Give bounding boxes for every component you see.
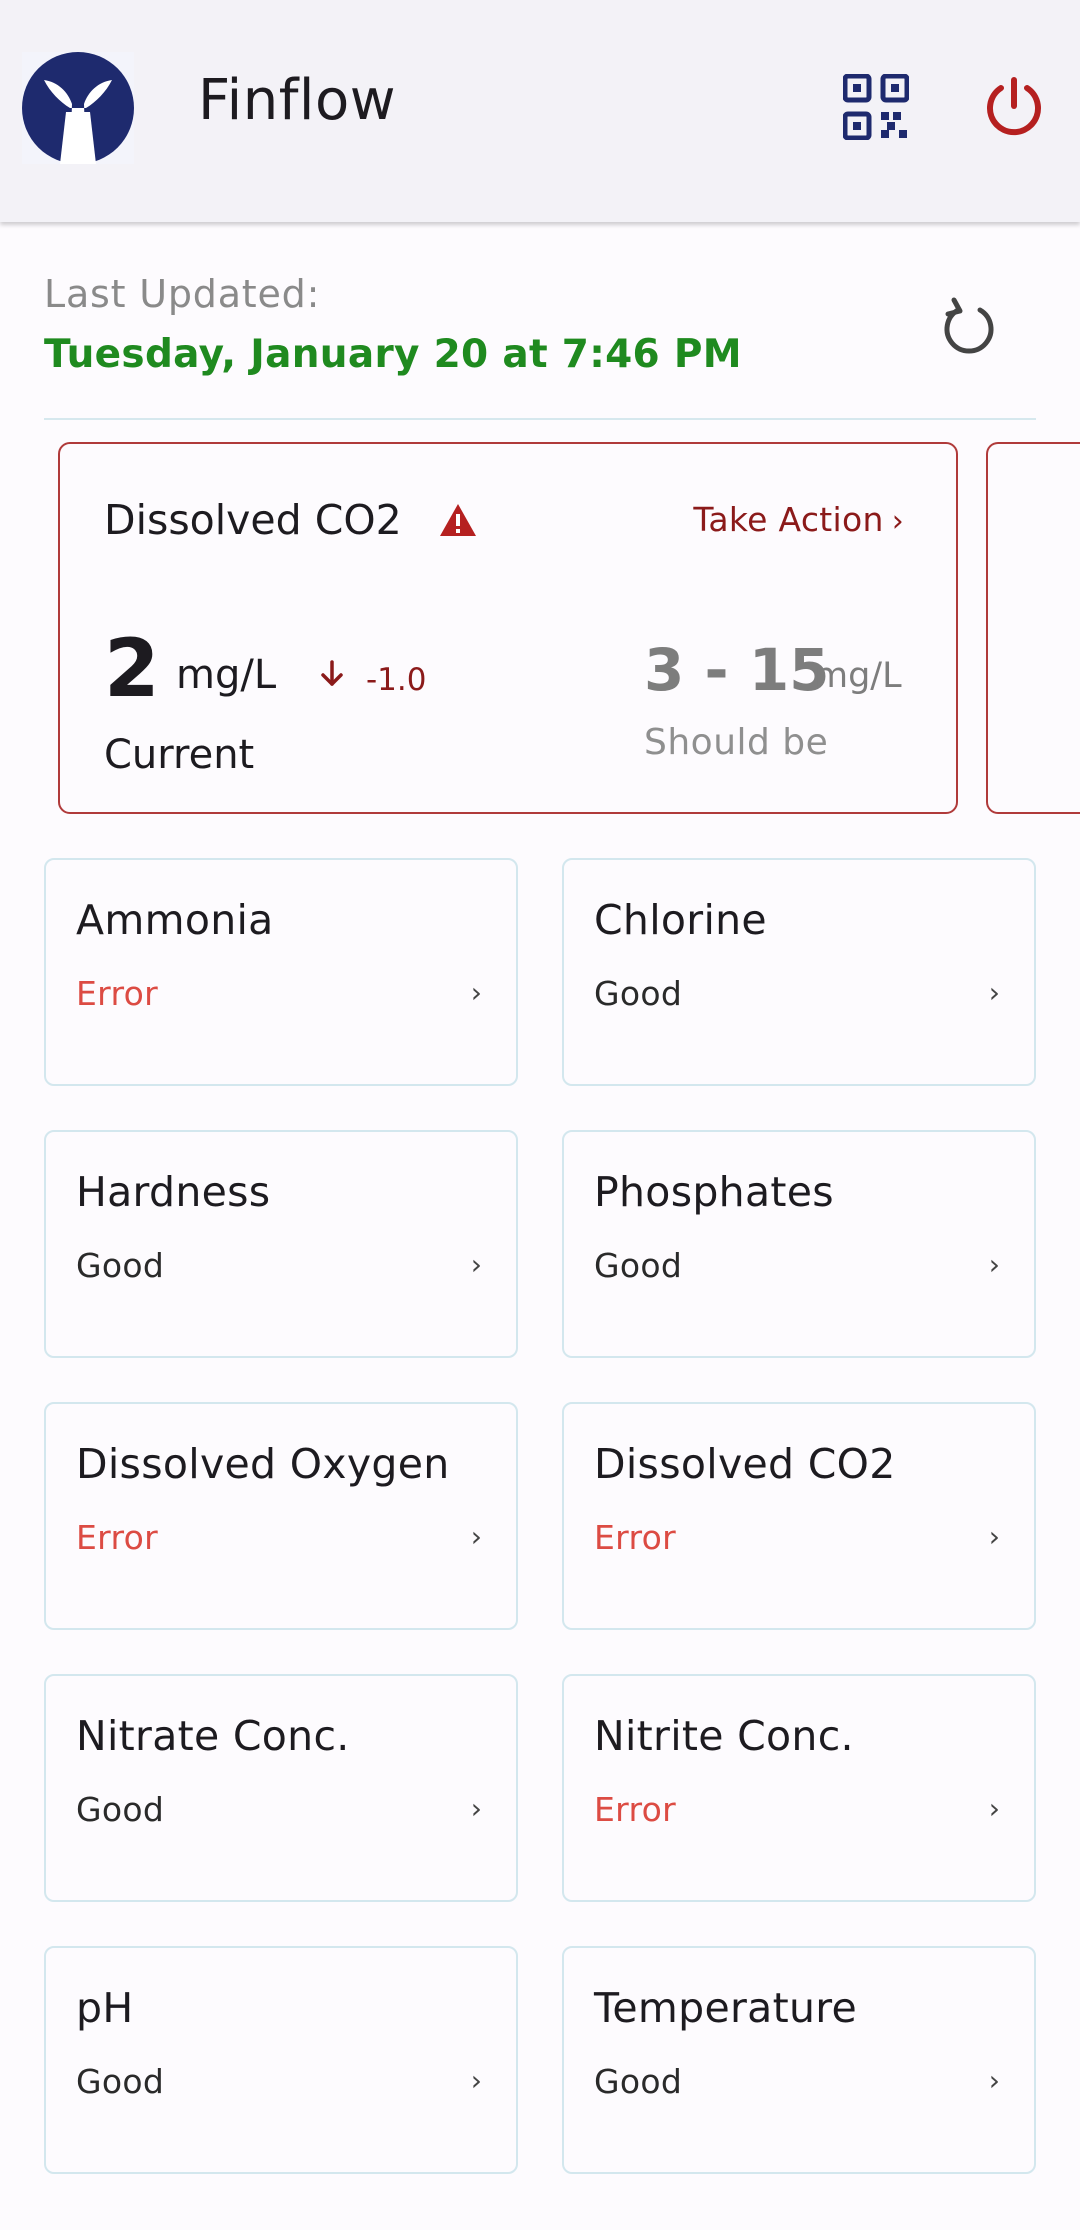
current-unit: mg/L (176, 652, 277, 698)
chevron-right-icon: › (988, 1248, 1000, 1281)
parameter-tile[interactable]: Hardness Good › (44, 1130, 518, 1358)
last-updated-section: Last Updated: Tuesday, January 20 at 7:4… (44, 272, 742, 377)
current-value: 2 (104, 622, 160, 715)
parameter-name: Dissolved CO2 (594, 1440, 896, 1488)
take-action-label: Take Action (693, 500, 884, 539)
current-label: Current (104, 732, 255, 778)
parameter-tile[interactable]: Dissolved Oxygen Error › (44, 1402, 518, 1630)
alert-card[interactable]: Dissolved CO2 Take Action › 2 mg/L -1.0 C… (58, 442, 958, 814)
next-alert-card[interactable] (986, 442, 1080, 814)
parameter-status: Good (76, 1246, 165, 1285)
parameter-status: Good (594, 1246, 683, 1285)
parameter-name: Ammonia (76, 896, 274, 944)
last-updated-label: Last Updated: (44, 272, 321, 316)
chevron-right-icon: › (470, 1792, 482, 1825)
parameter-name: Nitrate Conc. (76, 1712, 350, 1760)
parameter-status: Error (76, 1518, 158, 1557)
power-icon[interactable] (982, 74, 1046, 138)
refresh-icon[interactable] (940, 296, 1000, 360)
parameter-status: Good (76, 1790, 165, 1829)
parameter-status: Error (594, 1790, 676, 1829)
parameter-name: Chlorine (594, 896, 767, 944)
parameter-name: Dissolved Oxygen (76, 1440, 450, 1488)
chevron-right-icon: › (988, 1792, 1000, 1825)
parameter-status: Good (594, 974, 683, 1013)
parameter-tile[interactable]: Temperature Good › (562, 1946, 1036, 2174)
parameter-name: Phosphates (594, 1168, 834, 1216)
parameter-tile[interactable]: Dissolved CO2 Error › (562, 1402, 1036, 1630)
warning-triangle-icon (438, 502, 478, 538)
parameter-tile[interactable]: pH Good › (44, 1946, 518, 2174)
arrow-down-icon (318, 658, 346, 690)
chevron-right-icon: › (470, 976, 482, 1009)
trend-value: -1.0 (366, 662, 427, 698)
chevron-right-icon: › (891, 504, 904, 539)
parameter-name: pH (76, 1984, 134, 2032)
parameter-status: Error (76, 974, 158, 1013)
chevron-right-icon: › (988, 976, 1000, 1009)
whale-tail-logo (22, 52, 134, 164)
parameter-tile[interactable]: Ammonia Error › (44, 858, 518, 1086)
parameter-name: Temperature (594, 1984, 858, 2032)
take-action-link[interactable]: Take Action › (693, 500, 904, 539)
chevron-right-icon: › (470, 1520, 482, 1553)
target-range-value: 3 - 15 (644, 636, 830, 704)
target-range-unit: mg/L (814, 656, 902, 696)
divider (44, 418, 1036, 420)
parameter-status: Error (594, 1518, 676, 1557)
chevron-right-icon: › (988, 1520, 1000, 1553)
chevron-right-icon: › (470, 2064, 482, 2097)
parameter-tile[interactable]: Chlorine Good › (562, 858, 1036, 1086)
parameter-name: Nitrite Conc. (594, 1712, 854, 1760)
qr-code-scan-icon[interactable] (842, 73, 910, 141)
parameter-tile[interactable]: Nitrite Conc. Error › (562, 1674, 1036, 1902)
last-updated-value: Tuesday, January 20 at 7:46 PM (44, 332, 742, 377)
parameter-tile[interactable]: Phosphates Good › (562, 1130, 1036, 1358)
target-range-label: Should be (644, 722, 829, 763)
chevron-right-icon: › (470, 1248, 482, 1281)
parameter-status: Good (594, 2062, 683, 2101)
app-bar: Finflow (0, 0, 1080, 222)
parameter-status: Good (76, 2062, 165, 2101)
chevron-right-icon: › (988, 2064, 1000, 2097)
app-title: Finflow (198, 68, 397, 133)
parameter-name: Hardness (76, 1168, 271, 1216)
alert-title: Dissolved CO2 (104, 496, 402, 544)
parameter-tile[interactable]: Nitrate Conc. Good › (44, 1674, 518, 1902)
